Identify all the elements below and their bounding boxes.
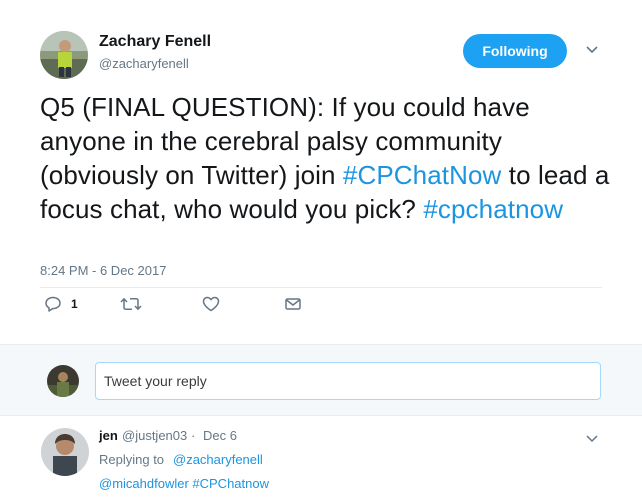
reply-author-avatar[interactable] [41,428,89,476]
author-name[interactable]: Zachary Fenell [99,33,211,51]
reply-tweet: jen @justjen03 · Dec 6 Replying to @zach… [0,416,642,500]
reply-text[interactable]: @micahdfowler #CPChatnow [99,476,269,491]
reply-icon [45,296,61,312]
hashtag-link[interactable]: #cpchatnow [423,194,563,224]
tweet-text: Q5 (FINAL QUESTION): If you could have a… [40,90,620,226]
reply-author-handle[interactable]: @justjen03 [122,428,187,443]
replying-to-handle[interactable]: @zacharyfenell [173,452,263,467]
tweet-timestamp[interactable]: 8:24 PM - 6 Dec 2017 [40,263,166,278]
replying-to-label: Replying to [99,452,165,467]
author-avatar[interactable] [40,31,88,79]
reply-button[interactable]: 1 [44,296,78,312]
divider [40,287,602,288]
reply-composer [0,344,642,416]
retweet-button[interactable] [120,296,142,312]
chevron-down-icon[interactable] [583,43,601,57]
tweet-reply-input[interactable] [95,362,601,400]
retweet-icon [120,297,142,311]
main-tweet: Zachary Fenell @zacharyfenell Following … [0,0,642,344]
reply-count: 1 [71,297,78,311]
separator-dot: · [191,428,196,443]
hashtag-link[interactable]: #CPChatNow [343,160,502,190]
direct-message-button[interactable] [284,296,302,312]
heart-icon [202,296,220,312]
user-avatar [47,365,79,397]
like-button[interactable] [202,296,220,312]
reply-author-name[interactable]: jen [99,428,118,443]
chevron-down-icon[interactable] [585,431,599,443]
reply-date[interactable]: Dec 6 [203,428,237,443]
envelope-icon [285,298,301,310]
author-handle[interactable]: @zacharyfenell [99,56,189,71]
following-button[interactable]: Following [463,34,567,68]
